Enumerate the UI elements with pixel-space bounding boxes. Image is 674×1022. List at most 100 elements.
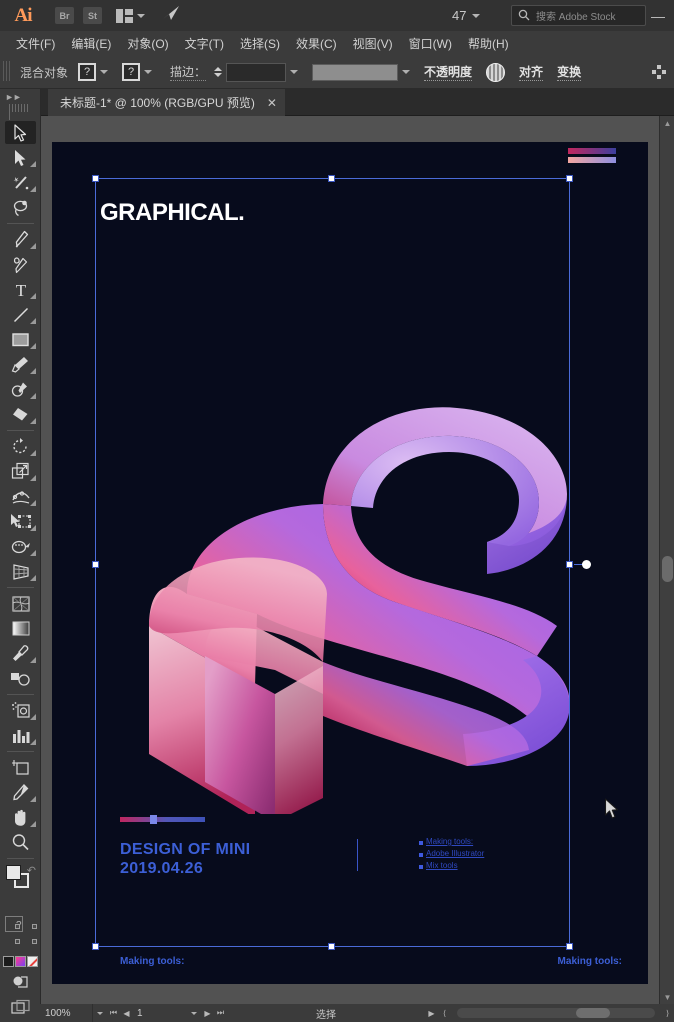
tools-credit-list[interactable]: Making tools: Adobe Illustrator Mix tool… [419, 836, 549, 872]
document-tab[interactable]: 未标题-1* @ 100% (RGB/GPU 预览) ✕ [48, 89, 285, 116]
prev-page-icon[interactable]: ◀ [120, 1009, 133, 1018]
menu-type[interactable]: 文字(T) [177, 31, 232, 56]
vertical-scrollbar[interactable]: ▲ ▼ [659, 116, 674, 1004]
opacity-label[interactable]: 不透明度 [424, 63, 473, 81]
drawing-mode-button[interactable] [0, 969, 41, 994]
fill-swatch[interactable] [6, 865, 21, 880]
color-mode-row[interactable] [0, 954, 41, 969]
more-options-icon[interactable] [652, 65, 666, 79]
tool-slice[interactable] [0, 780, 41, 805]
tool-direct-selection[interactable] [0, 145, 41, 170]
stroke-weight-stepper[interactable] [212, 63, 223, 81]
tool-rotate[interactable] [0, 434, 41, 459]
tool-column-graph[interactable] [0, 723, 41, 748]
selection-handle[interactable] [328, 943, 335, 950]
gradient-swatch-icon[interactable] [15, 956, 26, 967]
tool-lasso[interactable] [0, 195, 41, 220]
chevron-down-icon[interactable] [96, 63, 112, 81]
selection-handle[interactable] [328, 175, 335, 182]
status-selection-label[interactable]: 选择 [227, 1006, 425, 1021]
tool-symbol-sprayer[interactable] [0, 698, 41, 723]
stroke-weight-label[interactable]: 描边： [170, 63, 207, 81]
fill-swatch[interactable]: ? [78, 63, 97, 81]
scroll-down-icon[interactable]: ▼ [660, 990, 674, 1004]
minimize-button[interactable]: — [648, 0, 668, 31]
gradient-stripe-top[interactable] [568, 148, 616, 154]
menu-effect[interactable]: 效果(C) [288, 31, 345, 56]
3d-ribbon-artwork[interactable] [127, 394, 577, 814]
gradient-stripe-bottom[interactable] [568, 157, 616, 163]
stroke-swatch[interactable]: ? [122, 63, 141, 81]
blend-mode-icon[interactable] [486, 62, 506, 82]
menu-edit[interactable]: 编辑(E) [63, 31, 119, 56]
selection-handle[interactable] [566, 175, 573, 182]
swap-fill-stroke-icon[interactable]: ↶ [27, 864, 36, 877]
expand-panel-icon[interactable]: ►► [5, 92, 22, 102]
tool-zoom[interactable] [0, 830, 41, 855]
menu-file[interactable]: 文件(F) [8, 31, 63, 56]
tool-curvature[interactable] [0, 252, 41, 277]
zoom-level-field[interactable]: 100% [41, 1004, 93, 1022]
close-icon[interactable]: ✕ [267, 96, 277, 110]
footer-left-text[interactable]: Making tools: [120, 956, 184, 967]
selection-handle[interactable] [92, 175, 99, 182]
bridge-button[interactable]: Br [55, 7, 74, 24]
play-icon[interactable]: ▶ [425, 1009, 438, 1018]
menu-window[interactable]: 窗口(W) [401, 31, 460, 56]
tool-artboard[interactable] [0, 755, 41, 780]
artwork-heading[interactable]: GRAPHICAL. [100, 199, 245, 227]
tool-line-segment[interactable] [0, 302, 41, 327]
none-swatch-icon[interactable] [27, 956, 38, 967]
horizontal-scrollbar[interactable] [457, 1008, 655, 1018]
tool-selection[interactable] [0, 120, 41, 145]
sync-icon[interactable] [161, 4, 181, 27]
canvas-area[interactable]: GRAPHICAL. DESIGN OF MINI 2019.04.26 Mak… [41, 116, 659, 1004]
horizontal-scroll-thumb[interactable] [575, 1008, 610, 1018]
tool-free-transform[interactable] [0, 509, 41, 534]
selection-handle[interactable] [566, 943, 573, 950]
arrange-documents-button[interactable] [116, 8, 145, 23]
tool-magic-wand[interactable] [0, 170, 41, 195]
menu-object[interactable]: 对象(O) [119, 31, 176, 56]
tool-type[interactable]: T [0, 277, 41, 302]
fill-stroke-controls[interactable]: ↶ [0, 862, 41, 912]
tool-paintbrush[interactable] [0, 352, 41, 377]
menu-view[interactable]: 视图(V) [345, 31, 401, 56]
menu-help[interactable]: 帮助(H) [460, 31, 517, 56]
default-fill-stroke-icon[interactable]: ? [0, 912, 41, 954]
last-page-icon[interactable]: ⏭ [214, 1008, 227, 1018]
stock-button[interactable]: St [83, 7, 102, 24]
scroll-left-icon[interactable]: ⟨ [438, 1009, 451, 1018]
vertical-scroll-thumb[interactable] [662, 556, 673, 582]
chevron-down-icon[interactable] [187, 1012, 201, 1015]
align-button[interactable]: 对齐 [519, 63, 544, 81]
tool-shape-builder[interactable] [0, 534, 41, 559]
gradient-slider-knob[interactable] [150, 815, 157, 824]
blend-spine-anchor[interactable] [582, 560, 591, 569]
chevron-down-icon[interactable] [140, 63, 156, 81]
stroke-weight-input[interactable] [226, 62, 287, 82]
tools-panel-grip[interactable] [9, 104, 31, 120]
selection-handle[interactable] [92, 561, 99, 568]
stock-search-field[interactable]: 搜索 Adobe Stock [511, 5, 646, 26]
artboard[interactable]: GRAPHICAL. DESIGN OF MINI 2019.04.26 Mak… [52, 142, 648, 984]
tool-perspective-grid[interactable] [0, 559, 41, 584]
workspace-number-selector[interactable]: 47 [452, 0, 481, 31]
selection-handle[interactable] [92, 943, 99, 950]
menu-select[interactable]: 选择(S) [232, 31, 288, 56]
tool-width[interactable] [0, 484, 41, 509]
tool-hand[interactable] [0, 805, 41, 830]
next-page-icon[interactable]: ▶ [201, 1009, 214, 1018]
transform-button[interactable]: 变换 [557, 63, 582, 81]
tool-shaper[interactable] [0, 377, 41, 402]
tool-eyedropper[interactable] [0, 641, 41, 666]
footer-right-text[interactable]: Making tools: [558, 956, 622, 967]
chevron-down-icon[interactable] [398, 63, 414, 81]
tool-pen[interactable] [0, 227, 41, 252]
tool-blend[interactable] [0, 666, 41, 691]
tool-rectangle[interactable] [0, 327, 41, 352]
artboard-number-field[interactable]: 1 [133, 1004, 187, 1022]
tool-mesh[interactable] [0, 591, 41, 616]
control-bar-grip[interactable] [3, 61, 12, 83]
chevron-down-icon[interactable] [286, 63, 302, 81]
